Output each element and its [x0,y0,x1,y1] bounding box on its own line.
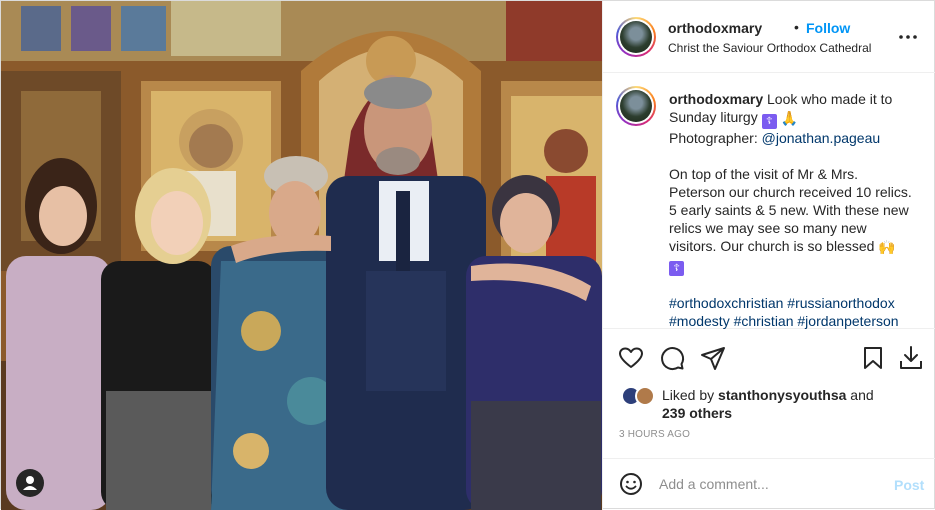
action-bar [603,340,935,376]
caption-para-line: 5 early saints & 5 new. With these new [669,202,909,218]
bookmark-icon[interactable] [859,344,887,372]
location-link[interactable]: Christ the Saviour Orthodox Cathedral [668,41,871,55]
photographer-label: Photographer: [669,130,758,146]
tagged-users-button[interactable] [16,469,44,497]
post-sidebar: orthodoxmary • Follow Christ the Saviour… [602,1,935,510]
caption-para-line: On top of the visit of Mr & Mrs. [669,166,859,182]
likes-section: Liked by stanthonysyouthsa and 239 other… [603,382,935,424]
liker-avatars[interactable] [621,386,661,408]
share-icon[interactable] [699,344,727,372]
caption-para-line: visitors. Our church is so blessed [669,238,875,254]
hashtags-line-2[interactable]: #modesty #christian #jordanpeterson [669,312,919,330]
caption-para-line: Peterson our church received 10 relics. [669,184,912,200]
hashtags-line-1[interactable]: #orthodoxchristian #russianorthodox [669,294,919,312]
user-icon [23,476,37,490]
download-icon[interactable] [897,344,925,372]
comment-icon[interactable] [658,344,686,372]
orthodox-cross-icon: ☦ [669,261,684,276]
follow-button[interactable]: Follow [806,20,850,36]
username-link[interactable]: orthodoxmary [668,20,762,36]
photo-illustration [1,1,602,510]
heart-icon[interactable] [617,344,645,372]
separator-dot: • [794,19,799,35]
likes-count-link[interactable]: 239 others [662,405,732,421]
post-header: orthodoxmary • Follow Christ the Saviour… [603,1,935,73]
caption-text: orthodoxmary Look who made it to Sunday … [669,90,919,330]
emoji-icon[interactable] [619,472,643,496]
avatar [635,386,655,406]
post-comment-button[interactable]: Post [894,477,924,493]
raising-hands-icon: 🙌 [878,239,896,255]
caption-username[interactable]: orthodoxmary [669,91,763,107]
orthodox-cross-icon: ☦ [761,114,777,129]
likes-text: Liked by stanthonysyouthsa and 239 other… [662,387,874,421]
praying-hands-icon: 🙏 [780,110,798,126]
post-timestamp[interactable]: 3 HOURS AGO [619,429,690,440]
liker-username[interactable]: stanthonysyouthsa [718,387,846,403]
post-photo[interactable] [1,1,602,510]
comment-bar: Post [603,458,935,510]
comment-input[interactable] [659,476,869,492]
caption-para-line: relics we may see so many new [669,220,867,236]
caption-avatar[interactable] [616,86,656,126]
caption-line-1: Look who made it to [767,91,893,107]
more-options-icon[interactable] [898,27,918,47]
avatar[interactable] [616,17,656,57]
caption-section: orthodoxmary Look who made it to Sunday … [603,74,935,329]
photographer-mention[interactable]: @jonathan.pageau [762,130,881,146]
caption-line-2: Sunday liturgy [669,109,758,125]
instagram-post: orthodoxmary • Follow Christ the Saviour… [0,0,935,510]
